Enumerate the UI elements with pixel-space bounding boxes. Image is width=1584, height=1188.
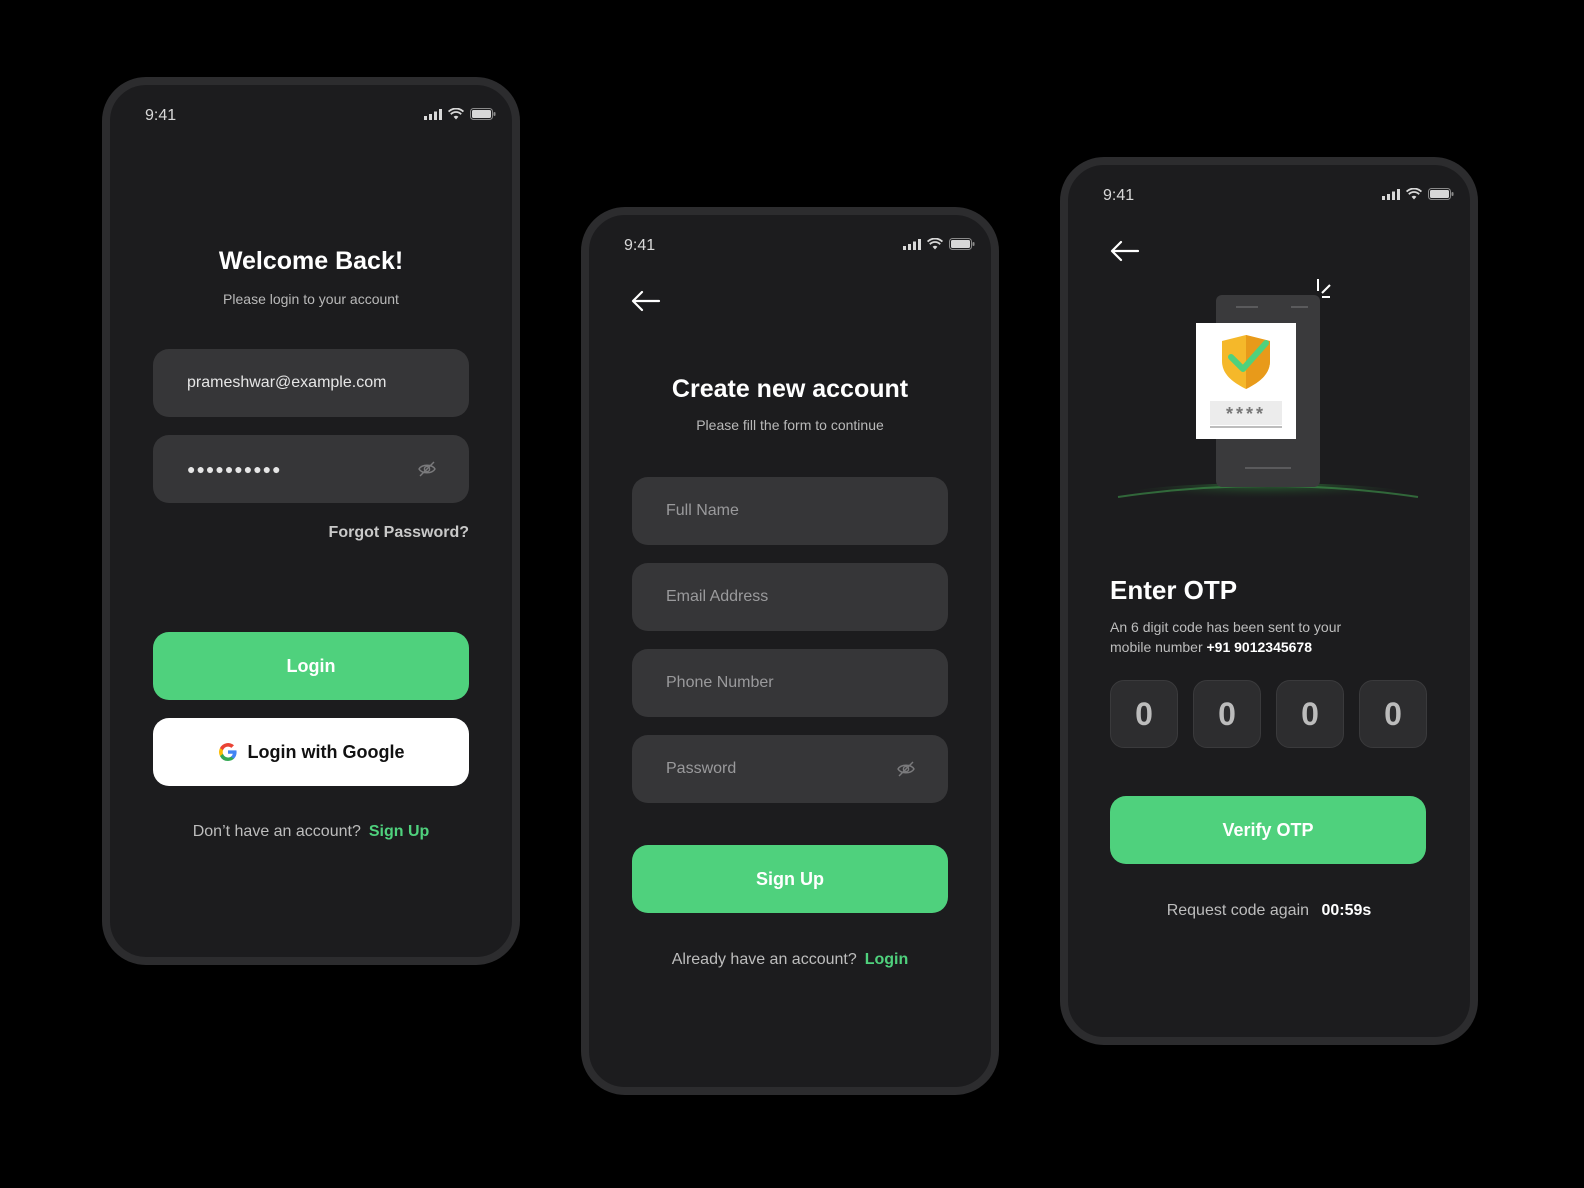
full-name-placeholder: Full Name	[666, 502, 739, 519]
signup-button[interactable]: Sign Up	[632, 845, 948, 913]
wifi-icon	[1406, 188, 1422, 200]
illustration-code: ****	[1226, 404, 1266, 424]
otp-input-group: 0 0 0 0	[1110, 680, 1427, 748]
status-icons	[903, 238, 975, 250]
status-time: 9:41	[1103, 187, 1135, 204]
page-title: Create new account	[671, 375, 909, 403]
wifi-icon	[448, 108, 464, 120]
password-field[interactable]: Password	[632, 735, 948, 803]
otp-description-line2: mobile number	[1110, 639, 1203, 655]
password-placeholder: Password	[666, 760, 737, 777]
verify-otp-button[interactable]: Verify OTP	[1110, 796, 1426, 864]
phone-field[interactable]: Phone Number	[632, 649, 948, 717]
otp-screen: 9:41 **** Enter OTP An 6 digit code has …	[1060, 157, 1478, 1045]
signal-icon	[903, 238, 921, 250]
status-time: 9:41	[145, 107, 177, 124]
login-prompt: Already have an account? Login	[589, 951, 991, 969]
password-field[interactable]: ●●●●●●●●●●	[153, 435, 469, 503]
wifi-icon	[927, 238, 943, 250]
status-icons	[424, 108, 496, 120]
forgot-password-link[interactable]: Forgot Password?	[329, 524, 469, 542]
page-title: Enter OTP	[1110, 575, 1238, 605]
google-login-label: Login with Google	[247, 741, 405, 762]
google-icon	[218, 743, 237, 761]
battery-icon	[949, 238, 975, 250]
email-field[interactable]: prameshwar@example.com	[153, 349, 469, 417]
signup-link[interactable]: Sign Up	[369, 823, 429, 840]
page-subtitle: Please fill the form to continue	[696, 417, 884, 433]
resend-timer: 00:59s	[1321, 902, 1372, 919]
signup-screen: 9:41 Create new account Please fill the …	[581, 207, 999, 1095]
otp-phone-number: +91 9012345678	[1206, 639, 1313, 655]
login-prompt-text: Already have an account?	[671, 951, 857, 968]
page-title: Welcome Back!	[218, 247, 404, 275]
login-link[interactable]: Login	[865, 951, 909, 968]
full-name-field[interactable]: Full Name	[632, 477, 948, 545]
phone-placeholder: Phone Number	[666, 674, 774, 691]
signup-prompt: Don’t have an account? Sign Up	[110, 823, 512, 841]
status-icons	[1382, 188, 1454, 200]
login-button[interactable]: Login	[153, 632, 469, 700]
password-value: ●●●●●●●●●●	[187, 461, 282, 477]
otp-security-illustration: ****	[1117, 279, 1419, 505]
otp-digit-3[interactable]: 0	[1276, 680, 1344, 748]
eye-off-icon[interactable]	[896, 759, 916, 779]
google-login-button[interactable]: Login with Google	[153, 718, 469, 786]
back-arrow-icon[interactable]	[631, 290, 661, 312]
battery-icon	[1428, 188, 1454, 200]
eye-off-icon[interactable]	[417, 459, 437, 479]
otp-digit-2[interactable]: 0	[1193, 680, 1261, 748]
otp-digit-4[interactable]: 0	[1359, 680, 1427, 748]
email-field[interactable]: Email Address	[632, 563, 948, 631]
email-placeholder: Email Address	[666, 588, 769, 605]
signal-icon	[424, 108, 442, 120]
battery-icon	[470, 108, 496, 120]
resend-code-link[interactable]: Request code again	[1167, 902, 1309, 919]
status-time: 9:41	[624, 237, 656, 254]
resend-row: Request code again 00:59s	[1068, 902, 1470, 920]
otp-description: An 6 digit code has been sent to your mo…	[1110, 617, 1430, 657]
signal-icon	[1382, 188, 1400, 200]
login-screen: 9:41 Welcome Back! Please login to your …	[102, 77, 520, 965]
email-value: prameshwar@example.com	[187, 374, 387, 391]
page-subtitle: Please login to your account	[223, 291, 399, 307]
back-arrow-icon[interactable]	[1110, 240, 1140, 262]
otp-digit-1[interactable]: 0	[1110, 680, 1178, 748]
otp-description-line1: An 6 digit code has been sent to your	[1110, 619, 1342, 635]
signup-prompt-text: Don’t have an account?	[192, 823, 361, 840]
